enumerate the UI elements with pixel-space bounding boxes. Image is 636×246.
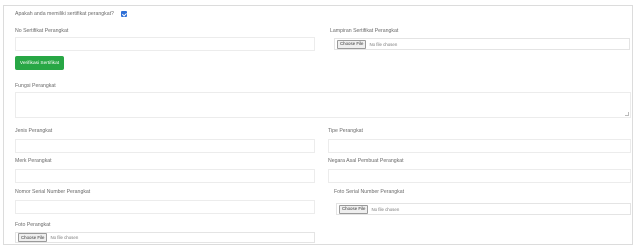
foto-nomor-seri-label: Foto Serial Number Perangkat xyxy=(334,189,405,195)
choose-file-button[interactable]: Choose File xyxy=(18,233,48,242)
nomor-seri-label: Nomor Serial Number Perangkat xyxy=(15,189,91,195)
jenis-perangkat-input[interactable] xyxy=(15,139,315,153)
fungsi-perangkat-textarea[interactable] xyxy=(15,92,631,118)
fungsi-perangkat-label: Fungsi Perangkat xyxy=(15,83,56,89)
nomor-seri-input[interactable] xyxy=(15,200,315,214)
foto-perangkat-label: Foto Perangkat xyxy=(15,222,51,228)
negara-asal-label: Negara Asal Pembuat Perangkat xyxy=(328,158,404,164)
verify-certificate-button[interactable]: Verifikasi Sertifikat xyxy=(15,56,64,70)
foto-perangkat-file-input[interactable]: Choose File No file chosen xyxy=(15,232,315,243)
jenis-perangkat-label: Jenis Perangkat xyxy=(15,128,53,134)
certificate-checkbox[interactable] xyxy=(121,11,127,17)
no-sertifikat-input[interactable] xyxy=(15,37,315,51)
no-file-text: No file chosen xyxy=(371,206,400,212)
no-file-text: No file chosen xyxy=(50,235,79,240)
no-file-text: No file chosen xyxy=(369,41,398,47)
lampiran-sertifikat-file-input[interactable]: Choose File No file chosen xyxy=(334,38,630,50)
certificate-question-label: Apakah anda memiliki sertifikat perangka… xyxy=(15,11,114,17)
resize-handle-icon[interactable] xyxy=(625,112,629,116)
tipe-perangkat-label: Tipe Perangkat xyxy=(328,128,363,134)
tipe-perangkat-input[interactable] xyxy=(328,139,631,153)
foto-nomor-seri-file-input[interactable]: Choose File No file chosen xyxy=(336,203,631,215)
negara-asal-input[interactable] xyxy=(328,169,631,183)
merk-perangkat-input[interactable] xyxy=(15,169,315,183)
choose-file-button[interactable]: Choose File xyxy=(339,204,369,214)
merk-perangkat-label: Merk Perangkat xyxy=(15,158,52,164)
lampiran-sertifikat-label: Lampiran Sertifikat Perangkat xyxy=(330,28,399,34)
choose-file-button[interactable]: Choose File xyxy=(337,39,367,49)
no-sertifikat-label: No Sertifikat Perangkat xyxy=(15,28,69,34)
